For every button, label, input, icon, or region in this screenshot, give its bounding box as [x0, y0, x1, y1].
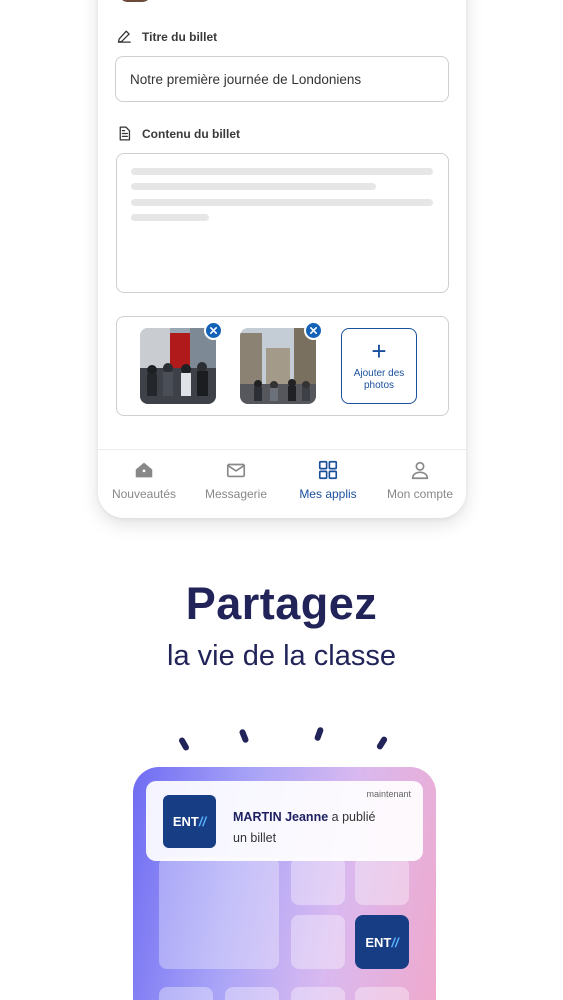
- app-tile: [291, 857, 345, 905]
- apps-grid-icon: [318, 460, 338, 480]
- headline-title: Partagez: [185, 578, 378, 629]
- notification-object: un billet: [233, 831, 277, 845]
- bottom-navigation: Nouveautés Messagerie Mes applis Mon com…: [98, 449, 466, 518]
- add-photos-label: Ajouter des photos: [353, 368, 405, 391]
- notification-action: a publié: [331, 810, 376, 824]
- nav-label: Mon compte: [386, 487, 454, 501]
- ent-logo-mark: //: [391, 934, 399, 950]
- app-tile: [355, 857, 409, 905]
- ent-logo: ENT//: [163, 795, 216, 848]
- placeholder-line: [131, 183, 376, 190]
- photo-attachments: + Ajouter des photos: [116, 316, 449, 416]
- placeholder-line: [131, 168, 433, 175]
- phone-notification-mockup: ENT// ENT// maintenant MARTIN Jeanne a p…: [133, 767, 436, 1000]
- nav-item-messagerie[interactable]: Messagerie: [190, 450, 282, 518]
- notification-time: maintenant: [366, 789, 411, 799]
- close-icon: [309, 326, 318, 335]
- mail-icon: [226, 463, 246, 478]
- decorative-ray: [177, 736, 191, 752]
- placeholder-line: [131, 199, 433, 206]
- ent-app-icon[interactable]: ENT//: [355, 915, 409, 969]
- avatar: [118, 0, 152, 2]
- attached-photo[interactable]: [240, 328, 316, 404]
- app-widget: [159, 857, 279, 969]
- title-input[interactable]: [115, 56, 449, 102]
- close-icon: [209, 326, 218, 335]
- headline-subtitle: la vie de la classe: [167, 640, 396, 672]
- app-tile: [291, 987, 345, 1000]
- app-tile: [355, 987, 409, 1000]
- title-field-label: Titre du billet: [116, 28, 217, 45]
- ent-logo-mark: //: [198, 814, 207, 829]
- user-icon: [411, 461, 429, 480]
- content-textarea[interactable]: [116, 153, 449, 293]
- notification-author: MARTIN Jeanne: [233, 810, 329, 824]
- nav-label: Nouveautés: [111, 487, 177, 501]
- attached-photo[interactable]: [140, 328, 216, 404]
- content-field-label: Contenu du billet: [116, 125, 240, 142]
- ent-logo-text: ENT: [172, 814, 199, 829]
- add-photos-button[interactable]: + Ajouter des photos: [341, 328, 417, 404]
- decorative-ray: [313, 726, 325, 742]
- remove-photo-button[interactable]: [304, 321, 323, 340]
- decorative-ray: [238, 728, 250, 744]
- title-field-label-text: Titre du billet: [142, 29, 218, 44]
- content-field-label-text: Contenu du billet: [142, 126, 240, 141]
- nav-item-mes-applis[interactable]: Mes applis: [282, 450, 374, 518]
- app-tile: [225, 987, 279, 1000]
- app-tile: [291, 915, 345, 969]
- nav-item-nouveautes[interactable]: Nouveautés: [98, 450, 190, 518]
- remove-photo-button[interactable]: [204, 321, 223, 340]
- plus-icon: +: [371, 336, 387, 366]
- notification-message: MARTIN Jeanne a publié un billet: [233, 807, 403, 849]
- home-icon: [135, 462, 153, 478]
- app-tile: [159, 987, 213, 1000]
- nav-label: Mes applis: [299, 487, 357, 501]
- push-notification[interactable]: ENT// maintenant MARTIN Jeanne a publié …: [146, 781, 423, 861]
- nav-label: Messagerie: [204, 487, 268, 501]
- document-icon: [119, 126, 131, 141]
- phone-mockup: Titre du billet Contenu du billet: [98, 0, 466, 518]
- pencil-icon: [117, 30, 131, 43]
- ent-logo-text: ENT: [365, 934, 392, 950]
- placeholder-line: [131, 214, 209, 221]
- decorative-ray: [375, 735, 389, 751]
- nav-item-mon-compte[interactable]: Mon compte: [374, 450, 466, 518]
